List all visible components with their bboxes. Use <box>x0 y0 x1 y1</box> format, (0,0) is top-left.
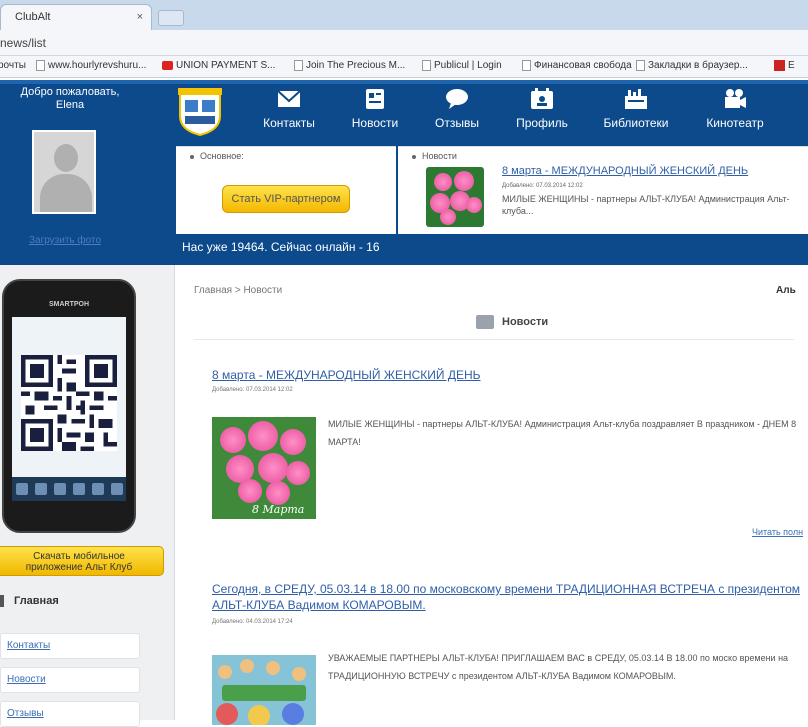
browser-tab[interactable]: ClubAlt × <box>0 4 152 30</box>
bookmark-item[interactable]: Закладки в браузер... <box>636 60 748 71</box>
welcome-username: Elena <box>55 99 85 111</box>
sidebar-item-reviews[interactable]: Отзывы <box>0 701 140 727</box>
bookmark-item[interactable]: UNION PAYMENT S... <box>162 60 275 71</box>
avatar-placeholder-head <box>54 144 78 172</box>
page-icon <box>422 60 431 71</box>
nav-reviews[interactable]: Отзывы <box>428 88 486 130</box>
bookmark-label: UNION PAYMENT S... <box>176 60 276 71</box>
nav-news[interactable]: Новости <box>344 88 406 130</box>
nav-libraries[interactable]: Библиотеки <box>596 88 676 130</box>
article-image[interactable] <box>212 655 316 725</box>
left-sidebar: SMARTPOH Скачать мобильное приложение Ал… <box>0 265 175 727</box>
nav-profile[interactable]: Профиль <box>510 88 574 130</box>
main-content: Главная > Новости Аль Новости 8 марта - … <box>176 265 808 725</box>
site-header: Добро пожаловать, Elena Загрузить фото К… <box>0 80 808 265</box>
article-date: Добавлено: 04.03.2014 17:24 <box>212 619 293 625</box>
avatar[interactable] <box>32 130 96 214</box>
bookmark-item[interactable]: Join The Precious M... <box>294 60 405 71</box>
bookmark-item[interactable]: Финансовая свобода <box>522 60 632 71</box>
nav-cinema[interactable]: Кинотеатр <box>700 88 770 130</box>
new-tab-button[interactable] <box>158 10 184 26</box>
bookmark-label: Финансовая свобода <box>534 60 632 71</box>
nav-contacts[interactable]: Контакты <box>256 88 322 130</box>
bookmarks-bar: рочты www.hourlyrevshuru... UNION PAYMEN… <box>0 56 808 78</box>
download-mobile-app-button[interactable]: Скачать мобильное приложение Альт Клуб <box>0 546 164 576</box>
news-excerpt: МИЛЫЕ ЖЕНЩИНЫ - партнеры АЛЬТ-КЛУБА! Адм… <box>502 194 790 216</box>
nav-label: Контакты <box>263 116 315 130</box>
article-excerpt: УВАЖАЕМЫЕ ПАРТНЕРЫ АЛЬТ-КЛУБА! ПРИГЛАШАЕ… <box>328 653 789 681</box>
chat-icon <box>446 89 468 109</box>
sidebar-item-contacts[interactable]: Контакты <box>0 633 140 659</box>
download-label-line1: Скачать мобильное <box>33 551 125 562</box>
avatar-placeholder-body <box>40 174 92 212</box>
upload-photo-link[interactable]: Загрузить фото <box>20 235 110 246</box>
article-title-link[interactable]: 8 марта - МЕЖДУНАРОДНЫЙ ЖЕНСКИЙ ДЕНЬ <box>212 367 772 383</box>
youtube-icon <box>162 61 173 70</box>
site-stats: Нас уже 19464. Сейчас онлайн - 16 <box>182 240 380 254</box>
url-text: news/list <box>0 36 47 50</box>
truncated-heading: Аль <box>776 285 796 296</box>
article-image-caption: 8 Марта <box>252 503 305 516</box>
nav-label: Профиль <box>516 116 568 130</box>
page-icon <box>294 60 303 71</box>
bookmark-label: E <box>788 60 795 71</box>
article-date: Добавлено: 07.03.2014 12:02 <box>212 387 293 393</box>
phone-brand: SMARTPOH <box>48 301 90 308</box>
page-icon <box>636 60 645 71</box>
bookmark-label: www.hourlyrevshuru... <box>48 60 147 71</box>
divider <box>194 339 794 340</box>
library-icon <box>625 89 647 109</box>
club-logo-icon[interactable] <box>176 86 224 136</box>
article-image[interactable]: 8 Марта <box>212 417 316 519</box>
news-thumbnail[interactable] <box>426 167 484 227</box>
article-title-link[interactable]: Сегодня, в СРЕДУ, 05.03.14 в 18.00 по мо… <box>212 581 808 613</box>
article-excerpt: МИЛЫЕ ЖЕНЩИНЫ - партнеры АЛЬТ-КЛУБА! Адм… <box>328 419 797 447</box>
section-title: Новости <box>476 315 548 329</box>
welcome-text: Добро пожаловать, <box>20 86 120 98</box>
nav-label: Библиотеки <box>603 116 669 130</box>
nav-label: Новости <box>351 116 399 130</box>
welcome-block: Добро пожаловать, Elena <box>0 86 140 112</box>
bookmark-item[interactable]: Publicul | Login <box>422 60 502 71</box>
bookmark-label: Publicul | Login <box>434 60 502 71</box>
download-label-line2: приложение Альт Клуб <box>25 562 133 573</box>
sidebar-menu-home[interactable]: Главная <box>0 595 150 607</box>
page-icon <box>36 60 45 71</box>
tab-title: ClubAlt <box>15 11 51 23</box>
qr-code-icon <box>21 355 117 451</box>
read-more-link[interactable]: Читать полн <box>752 527 803 537</box>
bookmark-item[interactable]: рочты <box>0 60 26 71</box>
address-bar[interactable]: news/list <box>0 30 808 56</box>
news-panel: Новости 8 марта - МЕЖДУНАРОДНЫЙ ЖЕНСКИЙ … <box>398 146 808 234</box>
header-top-strip <box>0 80 808 84</box>
sidebar-item-news[interactable]: Новости <box>0 667 140 693</box>
main-panel-label: Основное: <box>190 151 244 161</box>
bookmark-label: Закладки в браузер... <box>648 60 748 71</box>
news-panel-label: Новости <box>412 151 457 161</box>
bookmark-label: рочты <box>0 60 26 71</box>
page-icon <box>522 60 531 71</box>
mobile-app-phone-image[interactable]: SMARTPOH <box>2 279 136 533</box>
section-title-text: Новости <box>502 316 549 328</box>
nav-label: Кинотеатр <box>706 116 764 130</box>
camera-icon <box>725 89 746 108</box>
browser-tab-bar: ClubAlt × <box>0 0 808 30</box>
bookmark-label: Join The Precious M... <box>306 60 406 71</box>
close-tab-icon[interactable]: × <box>137 11 143 23</box>
main-panel: Основное: Стать VIP-партнером <box>176 146 396 234</box>
phone-app-dock <box>12 477 126 501</box>
bookmark-item[interactable]: www.hourlyrevshuru... <box>36 60 146 71</box>
phone-screen <box>12 317 126 501</box>
news-title-link[interactable]: 8 марта - МЕЖДУНАРОДНЫЙ ЖЕНСКИЙ ДЕНЬ <box>502 165 748 177</box>
mail-icon <box>277 90 301 107</box>
breadcrumb[interactable]: Главная > Новости <box>194 285 282 296</box>
nav-label: Отзывы <box>435 116 479 130</box>
ebay-icon <box>774 60 785 71</box>
news-date: Добавлено: 07.03.2014 12:02 <box>502 183 583 189</box>
news-icon <box>366 89 384 109</box>
bookmark-item[interactable]: E <box>774 60 795 71</box>
profile-icon <box>531 88 553 109</box>
become-vip-button[interactable]: Стать VIP-партнером <box>222 185 350 213</box>
folder-icon <box>476 315 494 329</box>
